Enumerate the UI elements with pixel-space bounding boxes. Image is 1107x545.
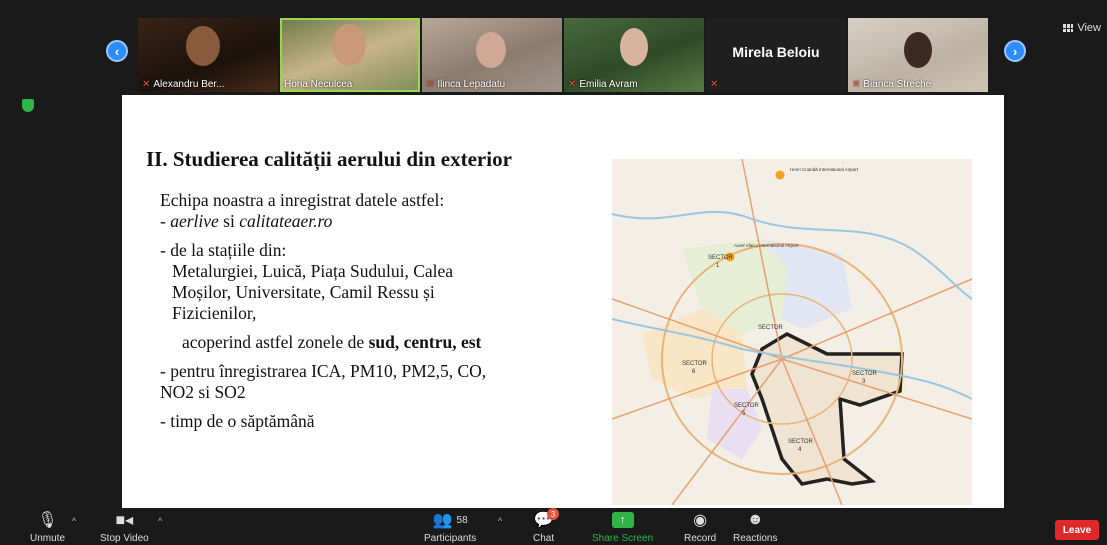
participant-name: Bianca Streche	[863, 79, 932, 90]
reactions-label: Reactions	[733, 533, 778, 544]
participant-tile[interactable]: ✕ Emilia Avram	[564, 18, 704, 92]
participant-name: Alexandru Ber...	[153, 79, 225, 90]
slide-text-italic: aerlive	[170, 211, 219, 231]
slide-text: -	[160, 211, 171, 231]
sector-label: SECTOR	[852, 371, 878, 377]
unmute-button[interactable]: 🎙 Unmute	[30, 510, 65, 544]
participant-video	[904, 32, 932, 68]
sector-label: SECTOR	[734, 403, 760, 409]
view-label: View	[1077, 22, 1101, 34]
chat-unread-badge: 3	[547, 508, 559, 520]
participant-tile[interactable]: ✕ Bianca Streche	[848, 18, 988, 92]
stop-video-label: Stop Video	[100, 533, 149, 544]
chat-button[interactable]: 💬 3 Chat	[533, 508, 559, 544]
participant-name: Ilinca Lepadatu	[437, 79, 506, 90]
video-options-caret[interactable]: ^	[158, 516, 162, 526]
slide-body: Echipa noastra a inregistrat datele astf…	[160, 190, 600, 432]
participant-tile[interactable]: ✕ Alexandru Ber...	[138, 18, 278, 92]
participant-video	[332, 24, 366, 66]
slide-text: si	[218, 211, 240, 231]
chevron-left-icon: ‹	[114, 43, 120, 59]
slide-text-italic: calitateaer.ro	[239, 211, 333, 231]
share-screen-icon: ↑	[611, 512, 634, 528]
mic-muted-icon: 🎙	[37, 512, 58, 529]
airport-label: Aurel Vlaicu International Airport	[734, 243, 799, 248]
slide-text-bold: sud, centru, est	[368, 332, 482, 352]
mic-muted-icon: ✕	[710, 79, 719, 90]
slide-line: NO2 si SO2	[160, 382, 246, 402]
participant-name-placeholder: Mirela Beloiu	[732, 44, 820, 60]
slide-line: Moșilor, Universitate, Camil Ressu și	[172, 282, 435, 302]
airport-label: Henri Coandă International Airport	[790, 167, 859, 172]
share-screen-label: Share Screen	[592, 533, 654, 544]
participant-video	[186, 26, 220, 66]
record-button[interactable]: ◉ Record	[684, 510, 716, 544]
participants-icon: 👥	[432, 512, 453, 529]
audio-options-caret[interactable]: ^	[72, 516, 76, 526]
emoji-add-icon: ☻	[746, 511, 764, 528]
slide-text: acoperind astfel zonele de	[182, 332, 369, 352]
participant-tile-active-speaker[interactable]: Horia Neculcea	[280, 18, 420, 92]
chat-label: Chat	[533, 533, 555, 544]
video-camera-icon: ■◂	[115, 512, 134, 529]
mic-muted-icon: ✕	[142, 79, 151, 90]
sector-label: SECTOR	[788, 439, 814, 445]
slide-line: - aerlive si calitateaer.ro	[160, 211, 600, 232]
airport-marker	[775, 170, 785, 180]
participant-tile[interactable]: ✕ Ilinca Lepadatu	[422, 18, 562, 92]
share-screen-button[interactable]: ↑ Share Screen	[592, 510, 653, 544]
slide-line: Echipa noastra a inregistrat datele astf…	[160, 190, 445, 210]
mic-muted-icon: ✕	[852, 79, 861, 90]
slide-line: Metalurgiei, Luică, Piața Sudului, Calea	[172, 261, 454, 281]
shared-screen-slide: II. Studierea calității aerului din exte…	[122, 95, 1004, 508]
slide-title: II. Studierea calității aerului din exte…	[146, 147, 512, 171]
participant-tiles: ✕ Alexandru Ber... Horia Neculcea ✕ Ilinca…	[138, 18, 988, 92]
view-button[interactable]: View	[1063, 22, 1101, 34]
reactions-button[interactable]: ☻ Reactions	[733, 510, 777, 544]
participants-count: 58	[456, 514, 468, 526]
slide-line: acoperind astfel zonele de sud, centru, …	[160, 332, 600, 353]
slide-line: Fizicienilor,	[172, 303, 257, 323]
record-label: Record	[684, 533, 717, 544]
participants-options-caret[interactable]: ^	[498, 516, 502, 526]
participant-tile[interactable]: Mirela Beloiu ✕	[706, 18, 846, 92]
chevron-right-icon: ›	[1012, 43, 1018, 59]
zoom-meeting-window: View ‹ ✕ Alexandru Ber... Horia Neculcea …	[0, 0, 1107, 545]
participants-button[interactable]: 👥 58 Participants	[424, 510, 476, 544]
stop-video-button[interactable]: ■◂ Stop Video	[100, 510, 149, 544]
meeting-toolbar: 🎙 Unmute ^ ■◂ Stop Video ^ 👥 58 Participa…	[0, 508, 1107, 545]
participant-name: Emilia Avram	[579, 79, 638, 90]
record-icon: ◉	[693, 512, 708, 529]
slide-line: - pentru înregistrarea ICA, PM10, PM2,5,…	[160, 361, 487, 381]
gallery-strip: View ‹ ✕ Alexandru Ber... Horia Neculcea …	[0, 0, 1107, 95]
leave-meeting-button[interactable]: Leave	[1055, 520, 1099, 540]
sector-label: SECTOR	[758, 325, 784, 331]
participant-video	[476, 32, 506, 68]
participant-video	[620, 28, 648, 66]
slide-line: - de la stațiile din:	[160, 240, 287, 260]
security-shield-icon[interactable]	[22, 99, 34, 112]
sector-label: SECTOR	[682, 361, 708, 367]
mic-muted-icon: ✕	[426, 79, 435, 90]
participant-name: Horia Neculcea	[284, 79, 353, 90]
participants-label: Participants	[424, 533, 477, 544]
unmute-label: Unmute	[30, 533, 66, 544]
gallery-prev-button[interactable]: ‹	[106, 40, 128, 62]
mic-muted-icon: ✕	[568, 79, 577, 90]
bucharest-sectors-map: Henri Coandă International Airport Aurel…	[612, 159, 972, 505]
gallery-next-button[interactable]: ›	[1004, 40, 1026, 62]
sector-label: SECTOR	[708, 255, 734, 261]
grid-icon	[1063, 24, 1074, 32]
slide-line: - timp de o săptămână	[160, 411, 315, 431]
